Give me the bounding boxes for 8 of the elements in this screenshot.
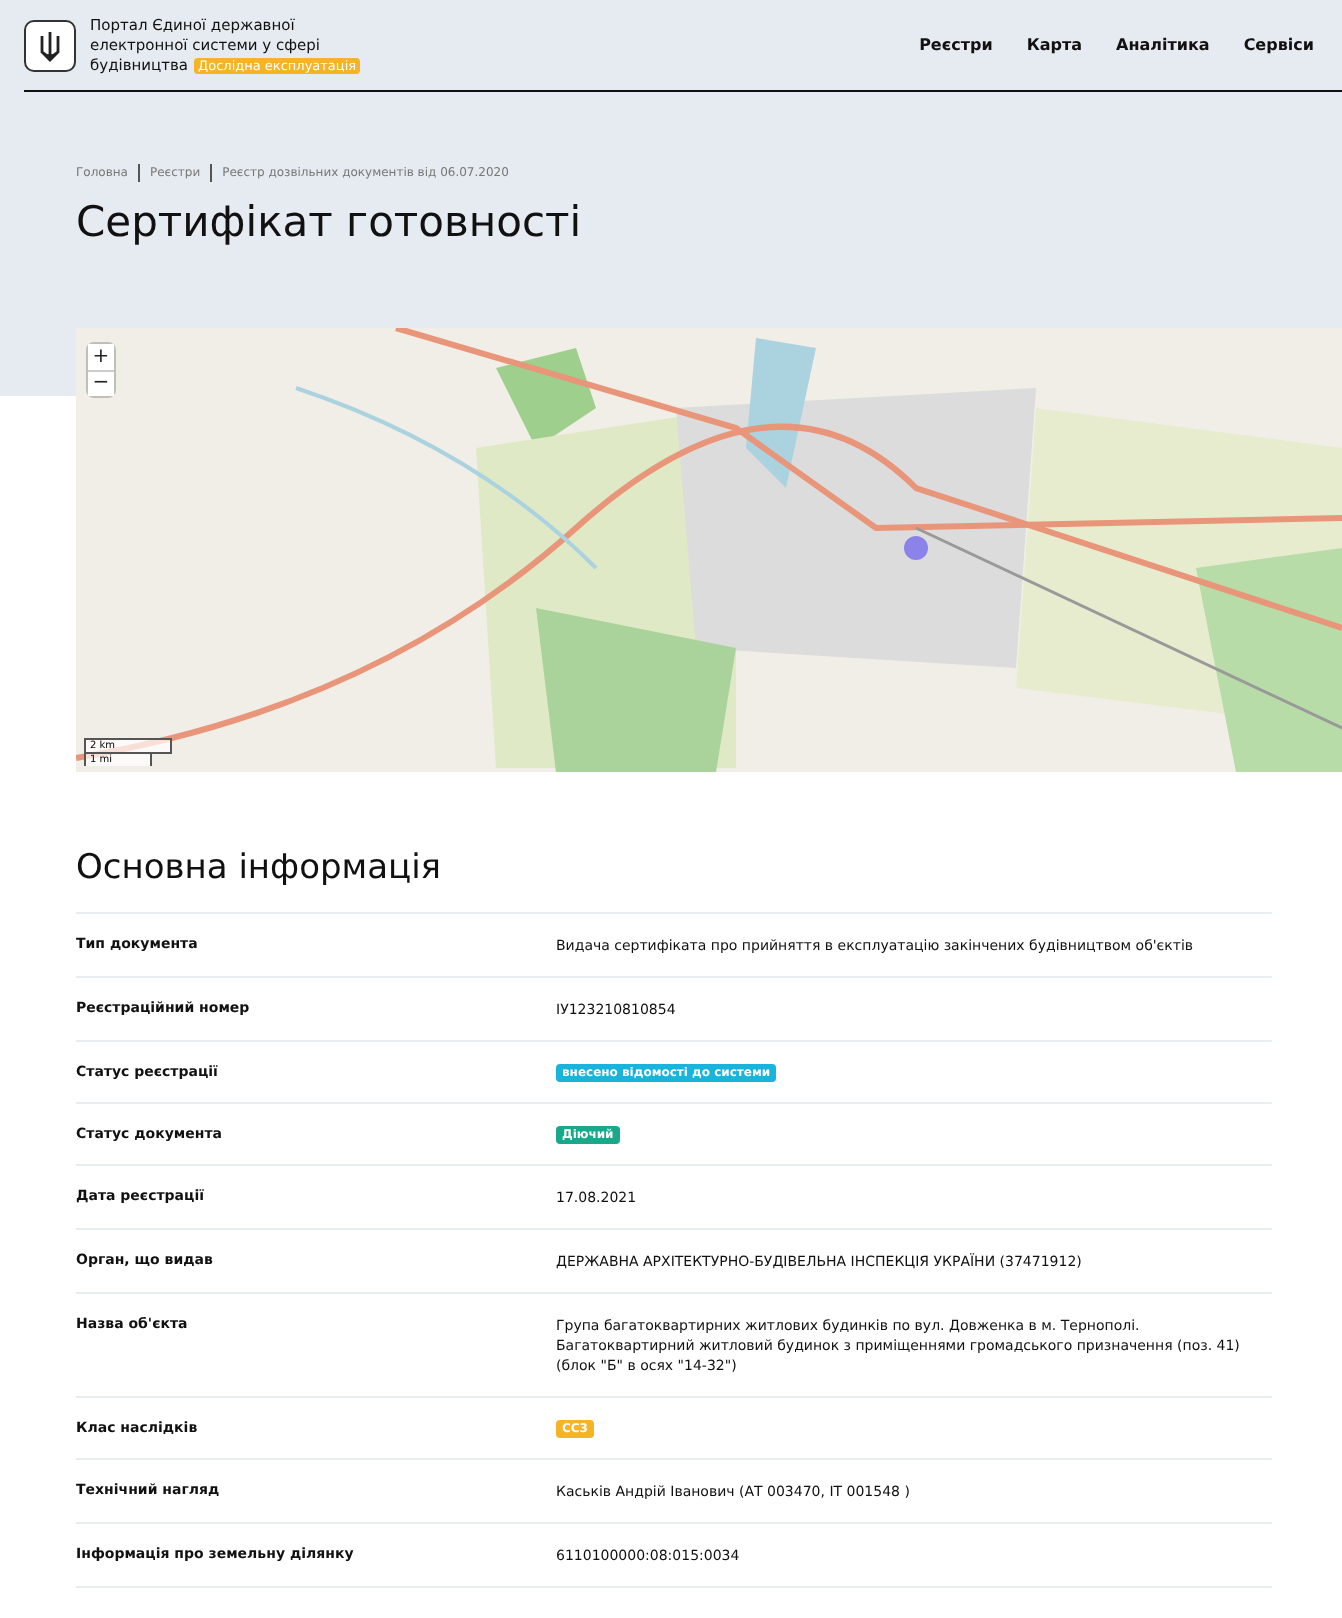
- trident-icon[interactable]: [24, 19, 76, 71]
- nav-link[interactable]: Аналітика: [1116, 36, 1210, 54]
- section-title: Основна інформація: [76, 848, 444, 888]
- zoom-out-button[interactable]: −: [88, 370, 114, 396]
- page-title: Сертифікат готовності: [76, 198, 584, 246]
- nav-link[interactable]: Сервіси: [1243, 36, 1314, 54]
- nav-link[interactable]: Карта: [1026, 36, 1083, 54]
- nav-link[interactable]: Реєстри: [919, 36, 993, 54]
